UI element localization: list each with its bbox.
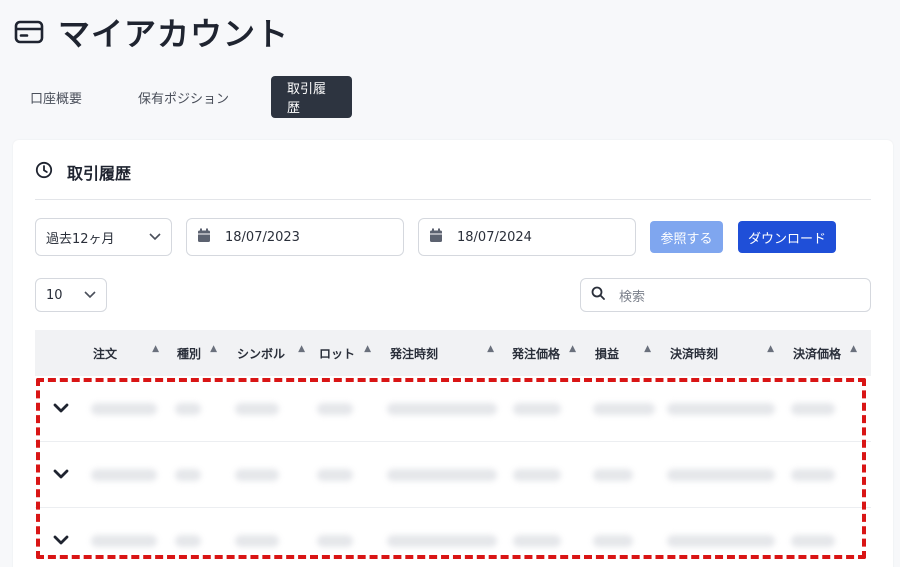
chevron-down-icon[interactable]	[51, 398, 71, 418]
sort-icon: ▲	[767, 344, 774, 354]
account-tabs: 口座概要 保有ポジション 取引履歴	[14, 76, 352, 118]
search-input[interactable]: 検索	[580, 278, 871, 312]
tab-open-positions[interactable]: 保有ポジション	[124, 76, 250, 118]
date-from-field[interactable]: 18/07/2023	[186, 218, 404, 256]
blurred-cell	[593, 535, 633, 547]
blurred-cell	[791, 403, 835, 415]
tab-account-overview[interactable]: 口座概要	[14, 76, 110, 118]
blurred-cell	[387, 469, 497, 481]
sort-icon: ▲	[210, 344, 217, 354]
page-size-select[interactable]: 10	[35, 278, 107, 312]
date-to-field[interactable]: 18/07/2024	[418, 218, 636, 256]
date-from-value: 18/07/2023	[225, 229, 300, 245]
clock-icon	[35, 161, 53, 183]
calendar-icon	[429, 228, 443, 247]
sort-icon: ▲	[152, 344, 159, 354]
sort-icon: ▲	[487, 344, 494, 354]
blurred-cell	[175, 535, 201, 547]
sort-icon: ▲	[850, 344, 857, 354]
column-header-pnl[interactable]: 損益 ▲	[595, 330, 657, 376]
search-button[interactable]: 参照する	[650, 221, 723, 253]
blurred-cell	[667, 403, 775, 415]
search-icon	[591, 286, 605, 304]
page-title: マイアカウント	[58, 15, 290, 53]
blurred-cell	[235, 469, 279, 481]
chevron-down-icon[interactable]	[51, 530, 71, 550]
blurred-cell	[317, 535, 353, 547]
sort-icon: ▲	[644, 344, 651, 354]
column-header-lot[interactable]: ロット ▲	[319, 330, 377, 376]
blurred-cell	[91, 403, 157, 415]
tab-trade-history[interactable]: 取引履歴	[271, 76, 352, 118]
trade-history-card: 取引履歴 過去12ヶ月 18/07/2023 18/07/2024 参照する ダ…	[13, 140, 893, 567]
blurred-cell	[175, 469, 201, 481]
blurred-cell	[235, 535, 279, 547]
column-header-symbol[interactable]: シンボル ▲	[237, 330, 311, 376]
chevron-down-icon	[84, 288, 96, 303]
chevron-down-icon	[149, 230, 161, 245]
period-select-value: 過去12ヶ月	[46, 231, 115, 247]
download-button[interactable]: ダウンロード	[738, 221, 836, 253]
table-row[interactable]	[35, 376, 871, 442]
blurred-cell	[791, 469, 835, 481]
blurred-cell	[513, 469, 561, 481]
column-header-order-price[interactable]: 発注価格 ▲	[512, 330, 582, 376]
blurred-cell	[791, 535, 835, 547]
blurred-cell	[235, 403, 279, 415]
blurred-cell	[91, 469, 157, 481]
blurred-cell	[513, 535, 561, 547]
blurred-cell	[593, 469, 633, 481]
column-header-close-price[interactable]: 決済価格 ▲	[793, 330, 863, 376]
table-row[interactable]	[35, 442, 871, 508]
blurred-cell	[593, 403, 655, 415]
blurred-cell	[387, 535, 497, 547]
search-placeholder: 検索	[619, 289, 646, 305]
period-select[interactable]: 過去12ヶ月	[35, 218, 172, 256]
blurred-cell	[667, 535, 775, 547]
date-to-value: 18/07/2024	[457, 229, 532, 245]
calendar-icon	[197, 228, 211, 247]
blurred-cell	[317, 403, 353, 415]
column-header-close-time[interactable]: 決済時刻 ▲	[670, 330, 780, 376]
page-header: マイアカウント	[14, 10, 289, 54]
table-header: 注文 ▲ 種別 ▲ シンボル ▲ ロット ▲ 発注時刻 ▲ 発注価格 ▲ 損益 ▲ 決済時刻 ▲…	[35, 330, 871, 376]
sort-icon: ▲	[569, 344, 576, 354]
chevron-down-icon[interactable]	[51, 464, 71, 484]
card-header: 取引履歴	[35, 160, 131, 184]
blurred-cell	[513, 403, 561, 415]
sort-icon: ▲	[364, 344, 371, 354]
card-title: 取引履歴	[67, 164, 132, 183]
column-header-order[interactable]: 注文 ▲	[93, 330, 165, 376]
blurred-cell	[175, 403, 201, 415]
blurred-cell	[91, 535, 157, 547]
blurred-cell	[667, 469, 775, 481]
card-icon	[14, 20, 44, 44]
table-row[interactable]	[35, 508, 871, 567]
page-size-value: 10	[46, 287, 63, 303]
sort-icon: ▲	[298, 344, 305, 354]
column-header-type[interactable]: 種別 ▲	[177, 330, 223, 376]
divider	[35, 199, 871, 200]
blurred-cell	[317, 469, 353, 481]
column-header-order-time[interactable]: 発注時刻 ▲	[390, 330, 500, 376]
blurred-cell	[387, 403, 497, 415]
